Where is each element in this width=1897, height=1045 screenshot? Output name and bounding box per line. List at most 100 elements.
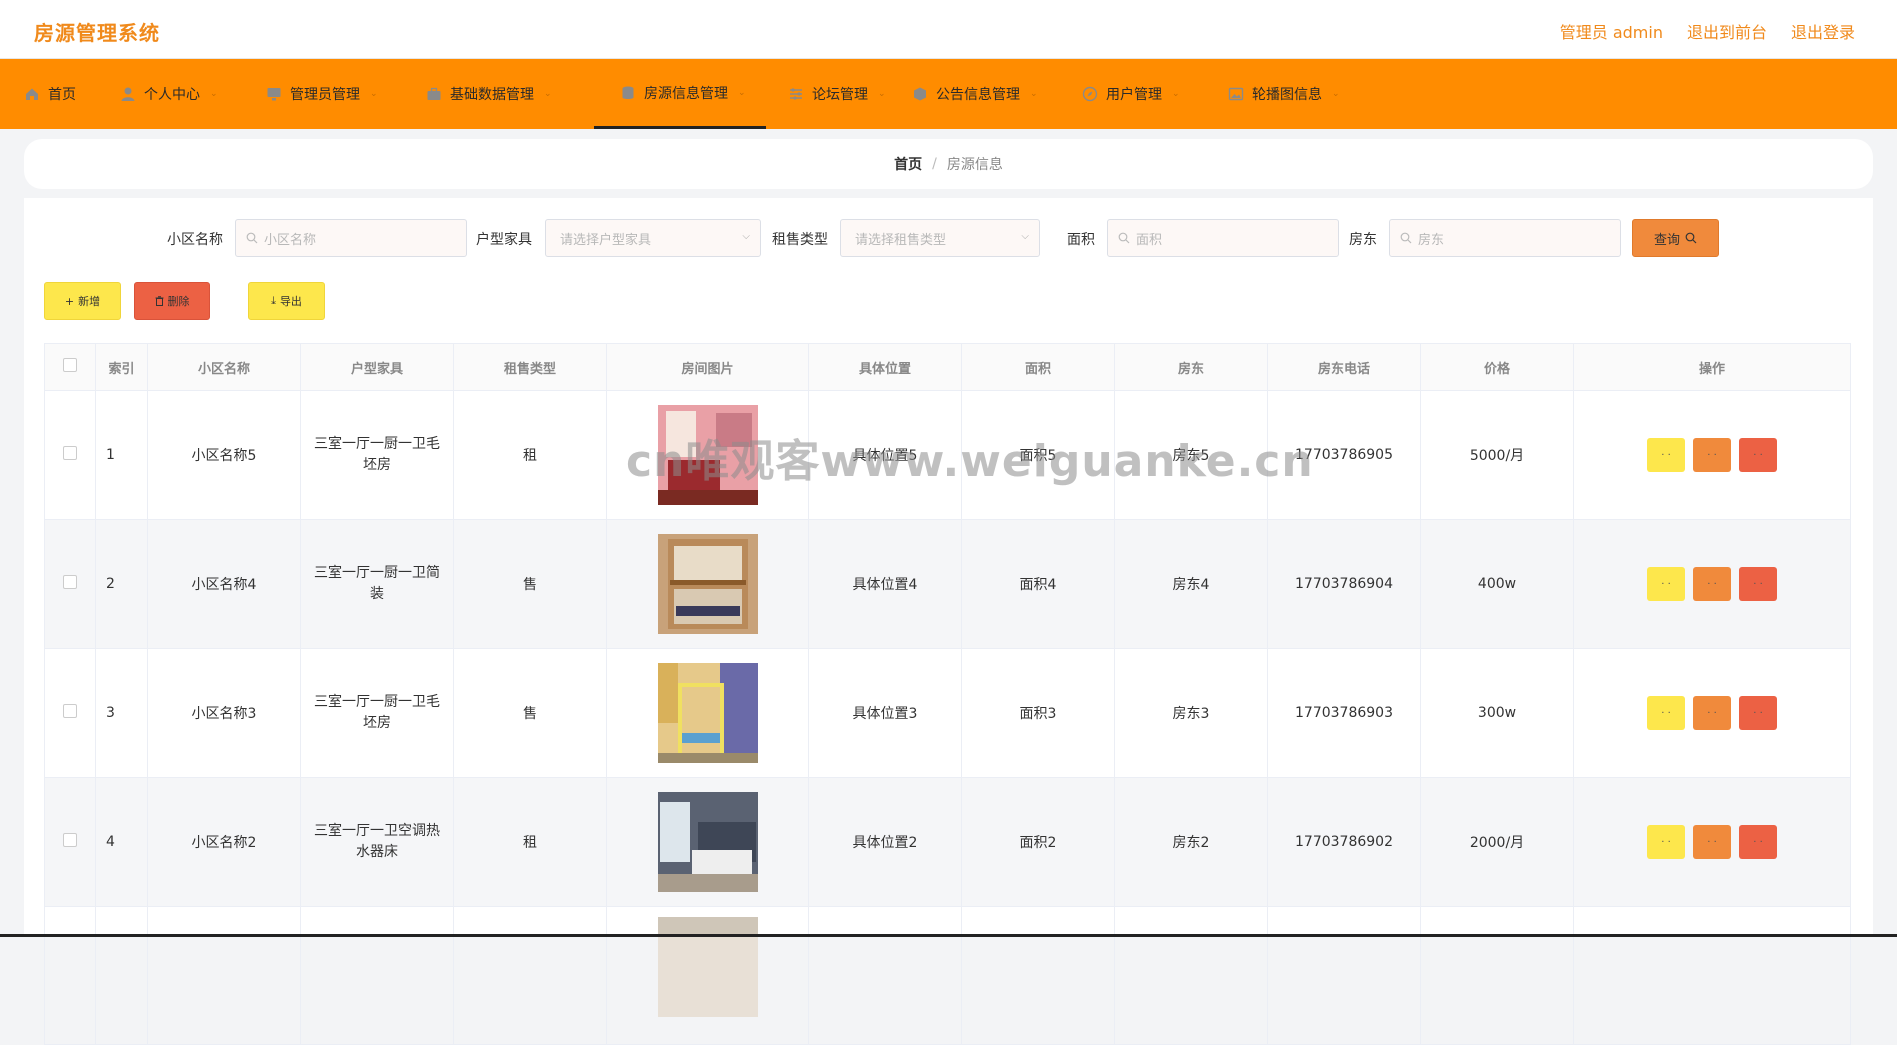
actions-cell: · · · · · ·	[1573, 390, 1851, 520]
sale-type-cell: 售	[453, 648, 607, 778]
col-header: 面积	[961, 343, 1115, 391]
layout-text: 三室一厅一厨一卫毛坯房	[314, 436, 440, 473]
row-checkbox[interactable]	[63, 575, 77, 589]
add-button[interactable]: + 新增	[44, 282, 121, 320]
user-icon	[120, 86, 136, 102]
index-cell	[95, 906, 148, 1045]
breadcrumb: 首页 / 房源信息	[24, 139, 1873, 189]
nav-label: 公告信息管理	[936, 87, 1020, 103]
area-search-input[interactable]: 面积	[1107, 219, 1339, 257]
download-icon: ⤓	[271, 294, 276, 307]
export-button[interactable]: ⤓ 导出	[248, 282, 325, 320]
col-header: 小区名称	[147, 343, 301, 391]
chevron-down-icon: ⌄	[1172, 89, 1180, 99]
location-cell: 具体位置5	[808, 390, 962, 520]
layout-text: 三室一厅一厨一卫毛坯房	[314, 694, 440, 731]
room-image[interactable]	[657, 792, 758, 892]
nav-label: 用户管理	[1106, 87, 1162, 103]
col-header: 房东	[1114, 343, 1268, 391]
sale-type-label: 租售类型	[772, 232, 828, 248]
landlord-cell: 房东5	[1114, 390, 1268, 520]
row-delete-button[interactable]: · ·	[1739, 567, 1777, 601]
phone-cell	[1267, 906, 1421, 1045]
room-image[interactable]	[657, 663, 758, 763]
community-cell: 小区名称5	[147, 390, 301, 520]
landlord-search-input[interactable]: 房东	[1389, 219, 1621, 257]
nav-item-notice[interactable]: 公告信息管理 ⌄	[910, 59, 1082, 129]
admin-user-link[interactable]: 管理员 admin	[1560, 19, 1663, 43]
chevron-down-icon: ⌄	[210, 89, 218, 99]
nav-label: 论坛管理	[812, 87, 868, 103]
breadcrumb-home[interactable]: 首页	[894, 154, 922, 174]
edit-button[interactable]: · ·	[1693, 567, 1731, 601]
logout-link[interactable]: 退出登录	[1791, 19, 1855, 43]
breadcrumb-separator: /	[932, 156, 937, 172]
nav-label: 首页	[48, 87, 76, 103]
view-button[interactable]: · ·	[1647, 438, 1685, 472]
nav-item-house-info[interactable]: 房源信息管理 ⌄	[594, 59, 766, 129]
view-button[interactable]: · ·	[1647, 567, 1685, 601]
chevron-down-icon: ⌄	[544, 89, 552, 99]
row-checkbox[interactable]	[63, 446, 77, 460]
top-header: 房源管理系统 管理员 admin 退出到前台 退出登录	[0, 0, 1897, 59]
community-search-input[interactable]: 小区名称	[235, 219, 467, 257]
layout-cell: 三室一厅一厨一卫简装	[300, 519, 454, 649]
sale-type-cell	[453, 906, 607, 1045]
community-cell: 小区名称3	[147, 648, 301, 778]
layout-cell: 三室一厅一厨一卫毛坯房	[300, 648, 454, 778]
search-icon	[1685, 232, 1697, 244]
picture-icon	[1228, 86, 1244, 102]
nav-item-home[interactable]: 首页	[24, 59, 120, 129]
community-cell: 小区名称4	[147, 519, 301, 649]
row-select-cell	[44, 777, 96, 907]
area-cell: 面积2	[961, 777, 1115, 907]
chevron-down-icon: ⌄	[878, 89, 886, 99]
area-cell	[961, 906, 1115, 1045]
edit-button[interactable]: · ·	[1693, 696, 1731, 730]
table-header-row: 索引 小区名称 户型家具 租售类型 房间图片 具体位置 面积 房东 房东电话 价…	[44, 343, 1851, 391]
image-cell	[606, 777, 809, 907]
view-button[interactable]: · ·	[1647, 696, 1685, 730]
view-button[interactable]: · ·	[1647, 825, 1685, 859]
sale-type-select[interactable]: 请选择租售类型 ⌵	[840, 219, 1040, 257]
layout-cell: 三室一厅一厨一卫毛坯房	[300, 390, 454, 520]
edit-button[interactable]: · ·	[1693, 438, 1731, 472]
location-cell	[808, 906, 962, 1045]
nav-item-forum[interactable]: 论坛管理 ⌄	[766, 59, 910, 129]
nav-item-admin[interactable]: 管理员管理 ⌄	[266, 59, 426, 129]
actions-cell: · · · · · ·	[1573, 777, 1851, 907]
col-header: 具体位置	[808, 343, 962, 391]
room-image[interactable]	[657, 405, 758, 505]
community-cell: 小区名称2	[147, 777, 301, 907]
area-cell: 面积3	[961, 648, 1115, 778]
actions-cell	[1573, 906, 1851, 1045]
nav-item-basic-data[interactable]: 基础数据管理 ⌄	[426, 59, 594, 129]
chevron-down-icon: ⌵	[1021, 231, 1029, 242]
briefcase-icon	[426, 86, 442, 102]
image-cell	[606, 906, 809, 1045]
price-cell: 300w	[1420, 648, 1574, 778]
row-checkbox[interactable]	[63, 704, 77, 718]
row-delete-button[interactable]: · ·	[1739, 825, 1777, 859]
select-all-checkbox[interactable]	[63, 358, 77, 372]
row-delete-button[interactable]: · ·	[1739, 696, 1777, 730]
nav-item-banner[interactable]: 轮播图信息 ⌄	[1228, 59, 1368, 129]
row-delete-button[interactable]: · ·	[1739, 438, 1777, 472]
price-cell: 2000/月	[1420, 777, 1574, 907]
sale-type-cell: 售	[453, 519, 607, 649]
delete-button[interactable]: 删除	[134, 282, 210, 320]
row-checkbox[interactable]	[63, 833, 77, 847]
community-cell	[147, 906, 301, 1045]
nav-label: 房源信息管理	[644, 85, 728, 102]
exit-to-frontend-link[interactable]: 退出到前台	[1687, 19, 1767, 43]
nav-item-profile[interactable]: 个人中心 ⌄	[120, 59, 266, 129]
row-select-cell	[44, 390, 96, 520]
edit-button[interactable]: · ·	[1693, 825, 1731, 859]
query-button[interactable]: 查询	[1632, 219, 1719, 257]
room-image[interactable]	[657, 917, 758, 1017]
layout-cell	[300, 906, 454, 1045]
room-image[interactable]	[657, 534, 758, 634]
database-icon	[620, 85, 636, 101]
layout-select[interactable]: 请选择户型家具 ⌵	[545, 219, 761, 257]
nav-item-users[interactable]: 用户管理 ⌄	[1082, 59, 1228, 129]
